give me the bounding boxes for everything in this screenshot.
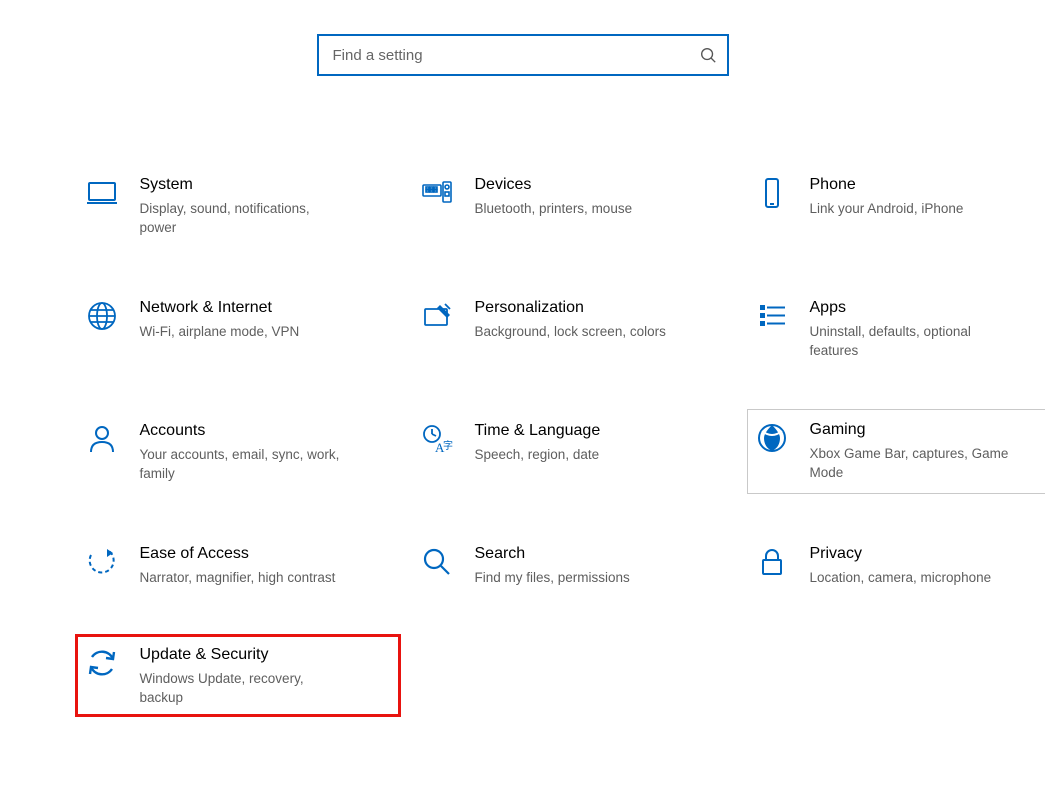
tile-title: Devices (475, 174, 633, 196)
tile-ease-of-access[interactable]: Ease of Access Narrator, magnifier, high… (78, 533, 398, 597)
tile-personalization[interactable]: Personalization Background, lock screen,… (413, 287, 733, 370)
tile-text: Devices Bluetooth, printers, mouse (461, 174, 633, 218)
tile-desc: Narrator, magnifier, high contrast (140, 568, 336, 587)
tile-desc: Link your Android, iPhone (810, 199, 964, 218)
tile-phone[interactable]: Phone Link your Android, iPhone (748, 164, 1045, 247)
tile-text: Time & Language Speech, region, date (461, 420, 601, 464)
tile-desc: Bluetooth, printers, mouse (475, 199, 633, 218)
tile-desc: Wi-Fi, airplane mode, VPN (140, 322, 300, 341)
tile-text: Phone Link your Android, iPhone (796, 174, 964, 218)
tile-text: Personalization Background, lock screen,… (461, 297, 666, 341)
tile-text: Search Find my files, permissions (461, 543, 630, 587)
gaming-icon (748, 419, 796, 463)
tile-title: Personalization (475, 297, 666, 319)
tile-gaming[interactable]: Gaming Xbox Game Bar, captures, Game Mod… (747, 409, 1045, 494)
update-security-icon (78, 644, 126, 688)
tile-apps[interactable]: Apps Uninstall, defaults, optional featu… (748, 287, 1045, 370)
tile-title: Time & Language (475, 420, 601, 442)
tile-text: Update & Security Windows Update, recove… (126, 644, 350, 707)
tile-title: Network & Internet (140, 297, 300, 319)
settings-home: System Display, sound, notifications, po… (0, 0, 1045, 714)
tile-title: Search (475, 543, 630, 565)
tile-search[interactable]: Search Find my files, permissions (413, 533, 733, 597)
tile-text: Gaming Xbox Game Bar, captures, Game Mod… (796, 419, 1020, 482)
time-language-icon: A 字 (413, 420, 461, 464)
tile-text: Network & Internet Wi-Fi, airplane mode,… (126, 297, 300, 341)
tile-devices[interactable]: Devices Bluetooth, printers, mouse (413, 164, 733, 247)
search-icon (699, 46, 717, 64)
phone-icon (748, 174, 796, 218)
tile-desc: Find my files, permissions (475, 568, 630, 587)
network-icon (78, 297, 126, 341)
apps-icon (748, 297, 796, 341)
tile-text: Privacy Location, camera, microphone (796, 543, 992, 587)
settings-grid: System Display, sound, notifications, po… (28, 164, 1018, 714)
tile-desc: Your accounts, email, sync, work, family (140, 445, 350, 483)
svg-text:字: 字 (443, 439, 453, 452)
tile-text: System Display, sound, notifications, po… (126, 174, 350, 237)
search-box[interactable] (317, 34, 729, 76)
search-input[interactable] (331, 46, 699, 65)
search-category-icon (413, 543, 461, 587)
devices-icon (413, 174, 461, 218)
tile-text: Apps Uninstall, defaults, optional featu… (796, 297, 1020, 360)
tile-title: Phone (810, 174, 964, 196)
tile-desc: Speech, region, date (475, 445, 601, 464)
tile-desc: Uninstall, defaults, optional features (810, 322, 1020, 360)
tile-system[interactable]: System Display, sound, notifications, po… (78, 164, 398, 247)
ease-of-access-icon (78, 543, 126, 587)
tile-desc: Background, lock screen, colors (475, 322, 666, 341)
tile-title: Gaming (810, 419, 1020, 441)
tile-network[interactable]: Network & Internet Wi-Fi, airplane mode,… (78, 287, 398, 370)
tile-title: Update & Security (140, 644, 350, 666)
tile-title: Privacy (810, 543, 992, 565)
tile-title: System (140, 174, 350, 196)
accounts-icon (78, 420, 126, 464)
tile-title: Apps (810, 297, 1020, 319)
tile-time-language[interactable]: A 字 Time & Language Speech, region, date (413, 410, 733, 493)
tile-desc: Windows Update, recovery, backup (140, 669, 350, 707)
tile-desc: Xbox Game Bar, captures, Game Mode (810, 444, 1020, 482)
tile-desc: Location, camera, microphone (810, 568, 992, 587)
tile-title: Ease of Access (140, 543, 336, 565)
tile-privacy[interactable]: Privacy Location, camera, microphone (748, 533, 1045, 597)
tile-title: Accounts (140, 420, 350, 442)
tile-text: Accounts Your accounts, email, sync, wor… (126, 420, 350, 483)
system-icon (78, 174, 126, 218)
privacy-icon (748, 543, 796, 587)
tile-update-security[interactable]: Update & Security Windows Update, recove… (75, 634, 401, 717)
personalization-icon (413, 297, 461, 341)
tile-text: Ease of Access Narrator, magnifier, high… (126, 543, 336, 587)
tile-accounts[interactable]: Accounts Your accounts, email, sync, wor… (78, 410, 398, 493)
tile-desc: Display, sound, notifications, power (140, 199, 350, 237)
